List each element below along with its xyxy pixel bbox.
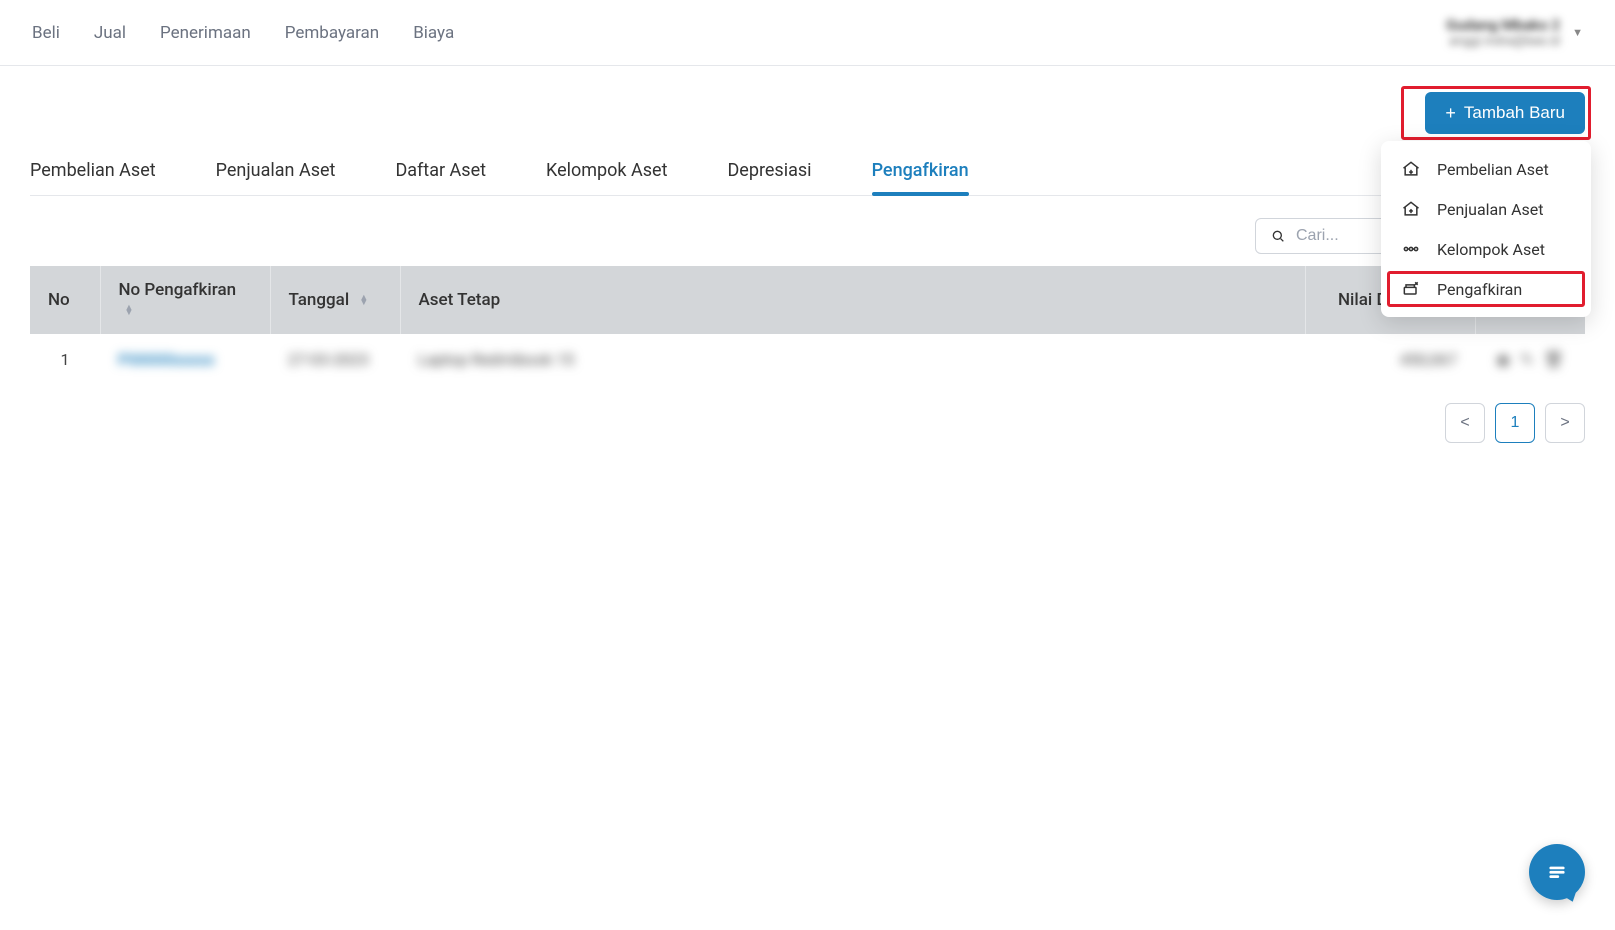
cell-aset-tetap: Laptop Redmibook 15 (400, 334, 1305, 385)
nav-item-penerimaan[interactable]: Penerimaan (160, 23, 251, 43)
user-email: anggi.indra@bee.id (1446, 34, 1560, 49)
chat-fab-button[interactable] (1529, 844, 1585, 900)
dropdown-item-pembelian-aset[interactable]: Pembelian Aset (1381, 149, 1591, 189)
cell-text: P00000xxxxx (118, 350, 214, 369)
th-tanggal[interactable]: Tanggal ▲▼ (270, 266, 400, 334)
search-row (30, 218, 1585, 254)
sort-icon[interactable]: ▲▼ (359, 296, 368, 306)
pengafkiran-table: No No Pengafkiran ▲▼ Tanggal ▲▼ Aset Tet… (30, 266, 1585, 385)
house-in-icon (1401, 159, 1421, 179)
th-no-pengafkiran[interactable]: No Pengafkiran ▲▼ (100, 266, 270, 334)
th-aset-tetap: Aset Tetap (400, 266, 1305, 334)
tab-kelompok-aset[interactable]: Kelompok Aset (546, 146, 667, 195)
dropdown-item-penjualan-aset[interactable]: Penjualan Aset (1381, 189, 1591, 229)
nav-item-jual[interactable]: Jual (94, 23, 126, 43)
tab-pengafkiran[interactable]: Pengafkiran (872, 146, 969, 195)
top-nav: Beli Jual Penerimaan Pembayaran Biaya Gu… (0, 0, 1615, 66)
th-label: No Pengafkiran (119, 280, 237, 300)
dropdown-label: Pembelian Aset (1437, 160, 1549, 179)
user-text: Gudang Mbako 2 anggi.indra@bee.id (1446, 16, 1560, 49)
edit-icon[interactable]: ✎ (1520, 350, 1533, 369)
group-icon (1401, 239, 1421, 259)
nav-item-biaya[interactable]: Biaya (413, 23, 454, 43)
tab-pembelian-aset[interactable]: Pembelian Aset (30, 146, 156, 195)
dropdown-item-kelompok-aset[interactable]: Kelompok Aset (1381, 229, 1591, 269)
plus-icon: + (1445, 104, 1456, 122)
tab-penjualan-aset[interactable]: Penjualan Aset (216, 146, 336, 195)
dropdown-item-pengafkiran[interactable]: Pengafkiran (1381, 269, 1591, 309)
sort-icon[interactable]: ▲▼ (125, 306, 134, 316)
dropdown-label: Penjualan Aset (1437, 200, 1543, 219)
cell-no-pengafkiran[interactable]: P00000xxxxx (100, 334, 270, 385)
nav-item-pembayaran[interactable]: Pembayaran (285, 23, 379, 43)
user-menu[interactable]: Gudang Mbako 2 anggi.indra@bee.id ▼ (1446, 16, 1583, 49)
pagination: < 1 > (30, 403, 1585, 443)
view-icon[interactable]: ◉ (1496, 350, 1510, 369)
chevron-down-icon[interactable]: ▼ (1572, 26, 1583, 39)
th-no: No (30, 266, 100, 334)
cell-tanggal: 27-03-2023 (270, 334, 400, 385)
top-nav-left: Beli Jual Penerimaan Pembayaran Biaya (32, 23, 454, 43)
dropdown-label: Pengafkiran (1437, 280, 1522, 299)
pager-next-button[interactable]: > (1545, 403, 1585, 443)
table-row: 1 P00000xxxxx 27-03-2023 Laptop Redmiboo… (30, 334, 1585, 385)
tambah-baru-button[interactable]: + Tambah Baru (1425, 92, 1585, 134)
page-content: + Tambah Baru Pembelian Aset Penjualan A… (0, 66, 1615, 443)
cell-aksi: ◉ ✎ 🗑 (1475, 334, 1585, 385)
chat-icon (1544, 859, 1570, 885)
tab-daftar-aset[interactable]: Daftar Aset (395, 146, 486, 195)
cell-no: 1 (30, 334, 100, 385)
delete-icon[interactable]: 🗑 (1544, 350, 1564, 369)
user-name: Gudang Mbako 2 (1446, 16, 1560, 34)
search-icon (1270, 228, 1286, 244)
disposal-icon (1401, 279, 1421, 299)
dropdown-label: Kelompok Aset (1437, 240, 1545, 259)
pager-prev-button[interactable]: < (1445, 403, 1485, 443)
th-label: Tanggal (289, 290, 350, 310)
cell-text: 27-03-2023 (288, 350, 369, 369)
house-out-icon (1401, 199, 1421, 219)
tambah-baru-dropdown: Pembelian Aset Penjualan Aset Kelompok A… (1381, 141, 1591, 317)
tab-depresiasi[interactable]: Depresiasi (727, 146, 811, 195)
sub-tabs: Pembelian Aset Penjualan Aset Daftar Ase… (30, 146, 1585, 196)
cell-text: 450,067 (1400, 350, 1457, 369)
cell-text: Laptop Redmibook 15 (418, 350, 574, 369)
pager-page-1-button[interactable]: 1 (1495, 403, 1535, 443)
tambah-baru-label: Tambah Baru (1464, 103, 1565, 123)
nav-item-beli[interactable]: Beli (32, 23, 60, 43)
cell-nilai-depresiasi: 450,067 (1305, 334, 1475, 385)
